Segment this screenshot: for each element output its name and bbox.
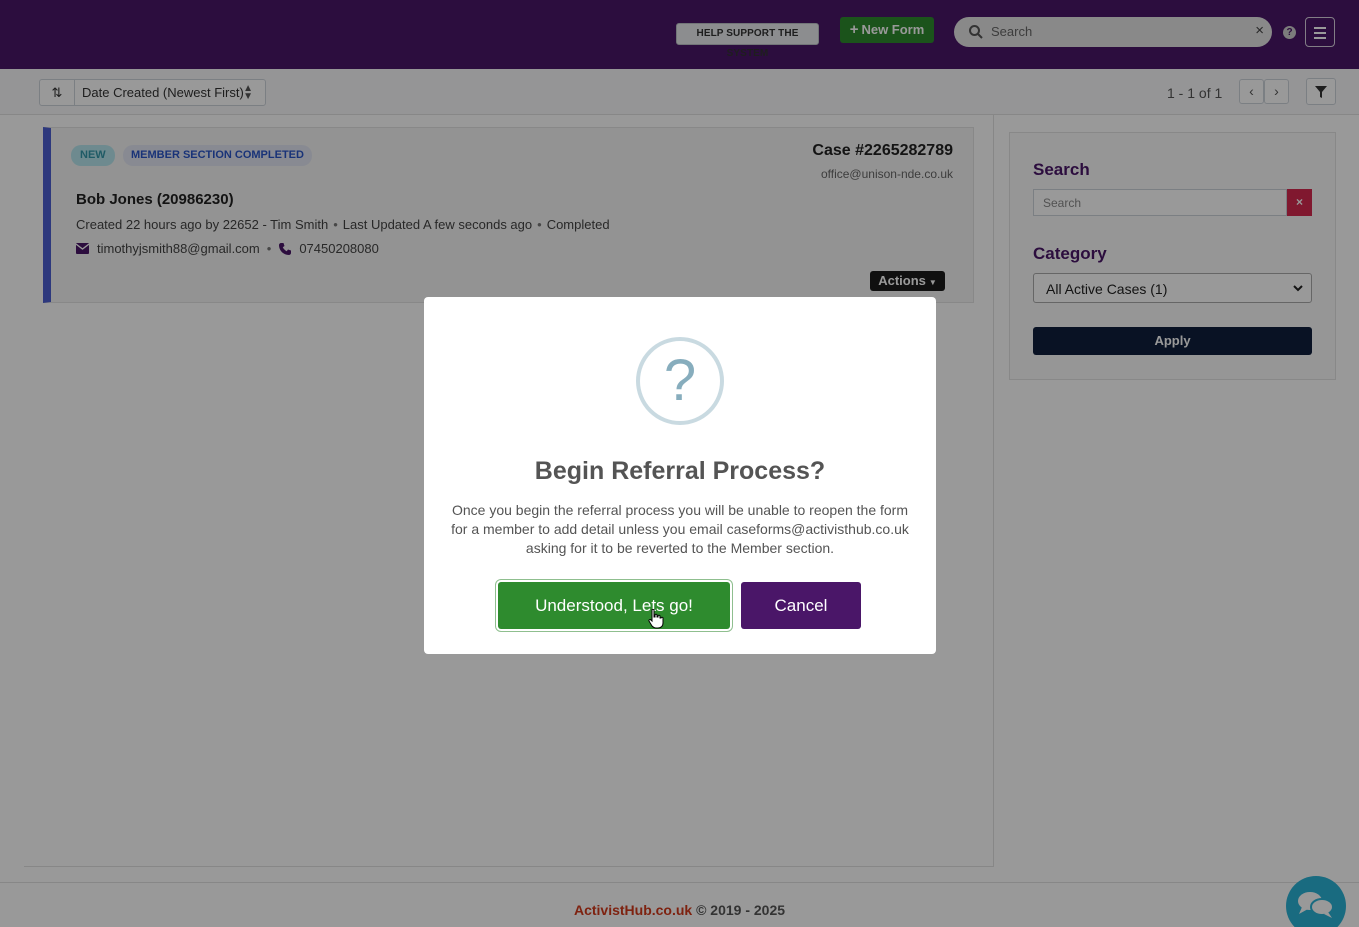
cancel-button[interactable]: Cancel <box>741 582 861 629</box>
dialog-message: Once you begin the referral process you … <box>451 502 909 556</box>
hand-cursor-icon <box>648 609 664 629</box>
confirm-button[interactable]: Understood, Lets go! <box>498 582 730 629</box>
question-icon: ? <box>636 337 724 425</box>
dialog-title: Begin Referral Process? <box>534 457 826 485</box>
referral-confirm-dialog: ? Begin Referral Process? Once you begin… <box>424 297 936 654</box>
